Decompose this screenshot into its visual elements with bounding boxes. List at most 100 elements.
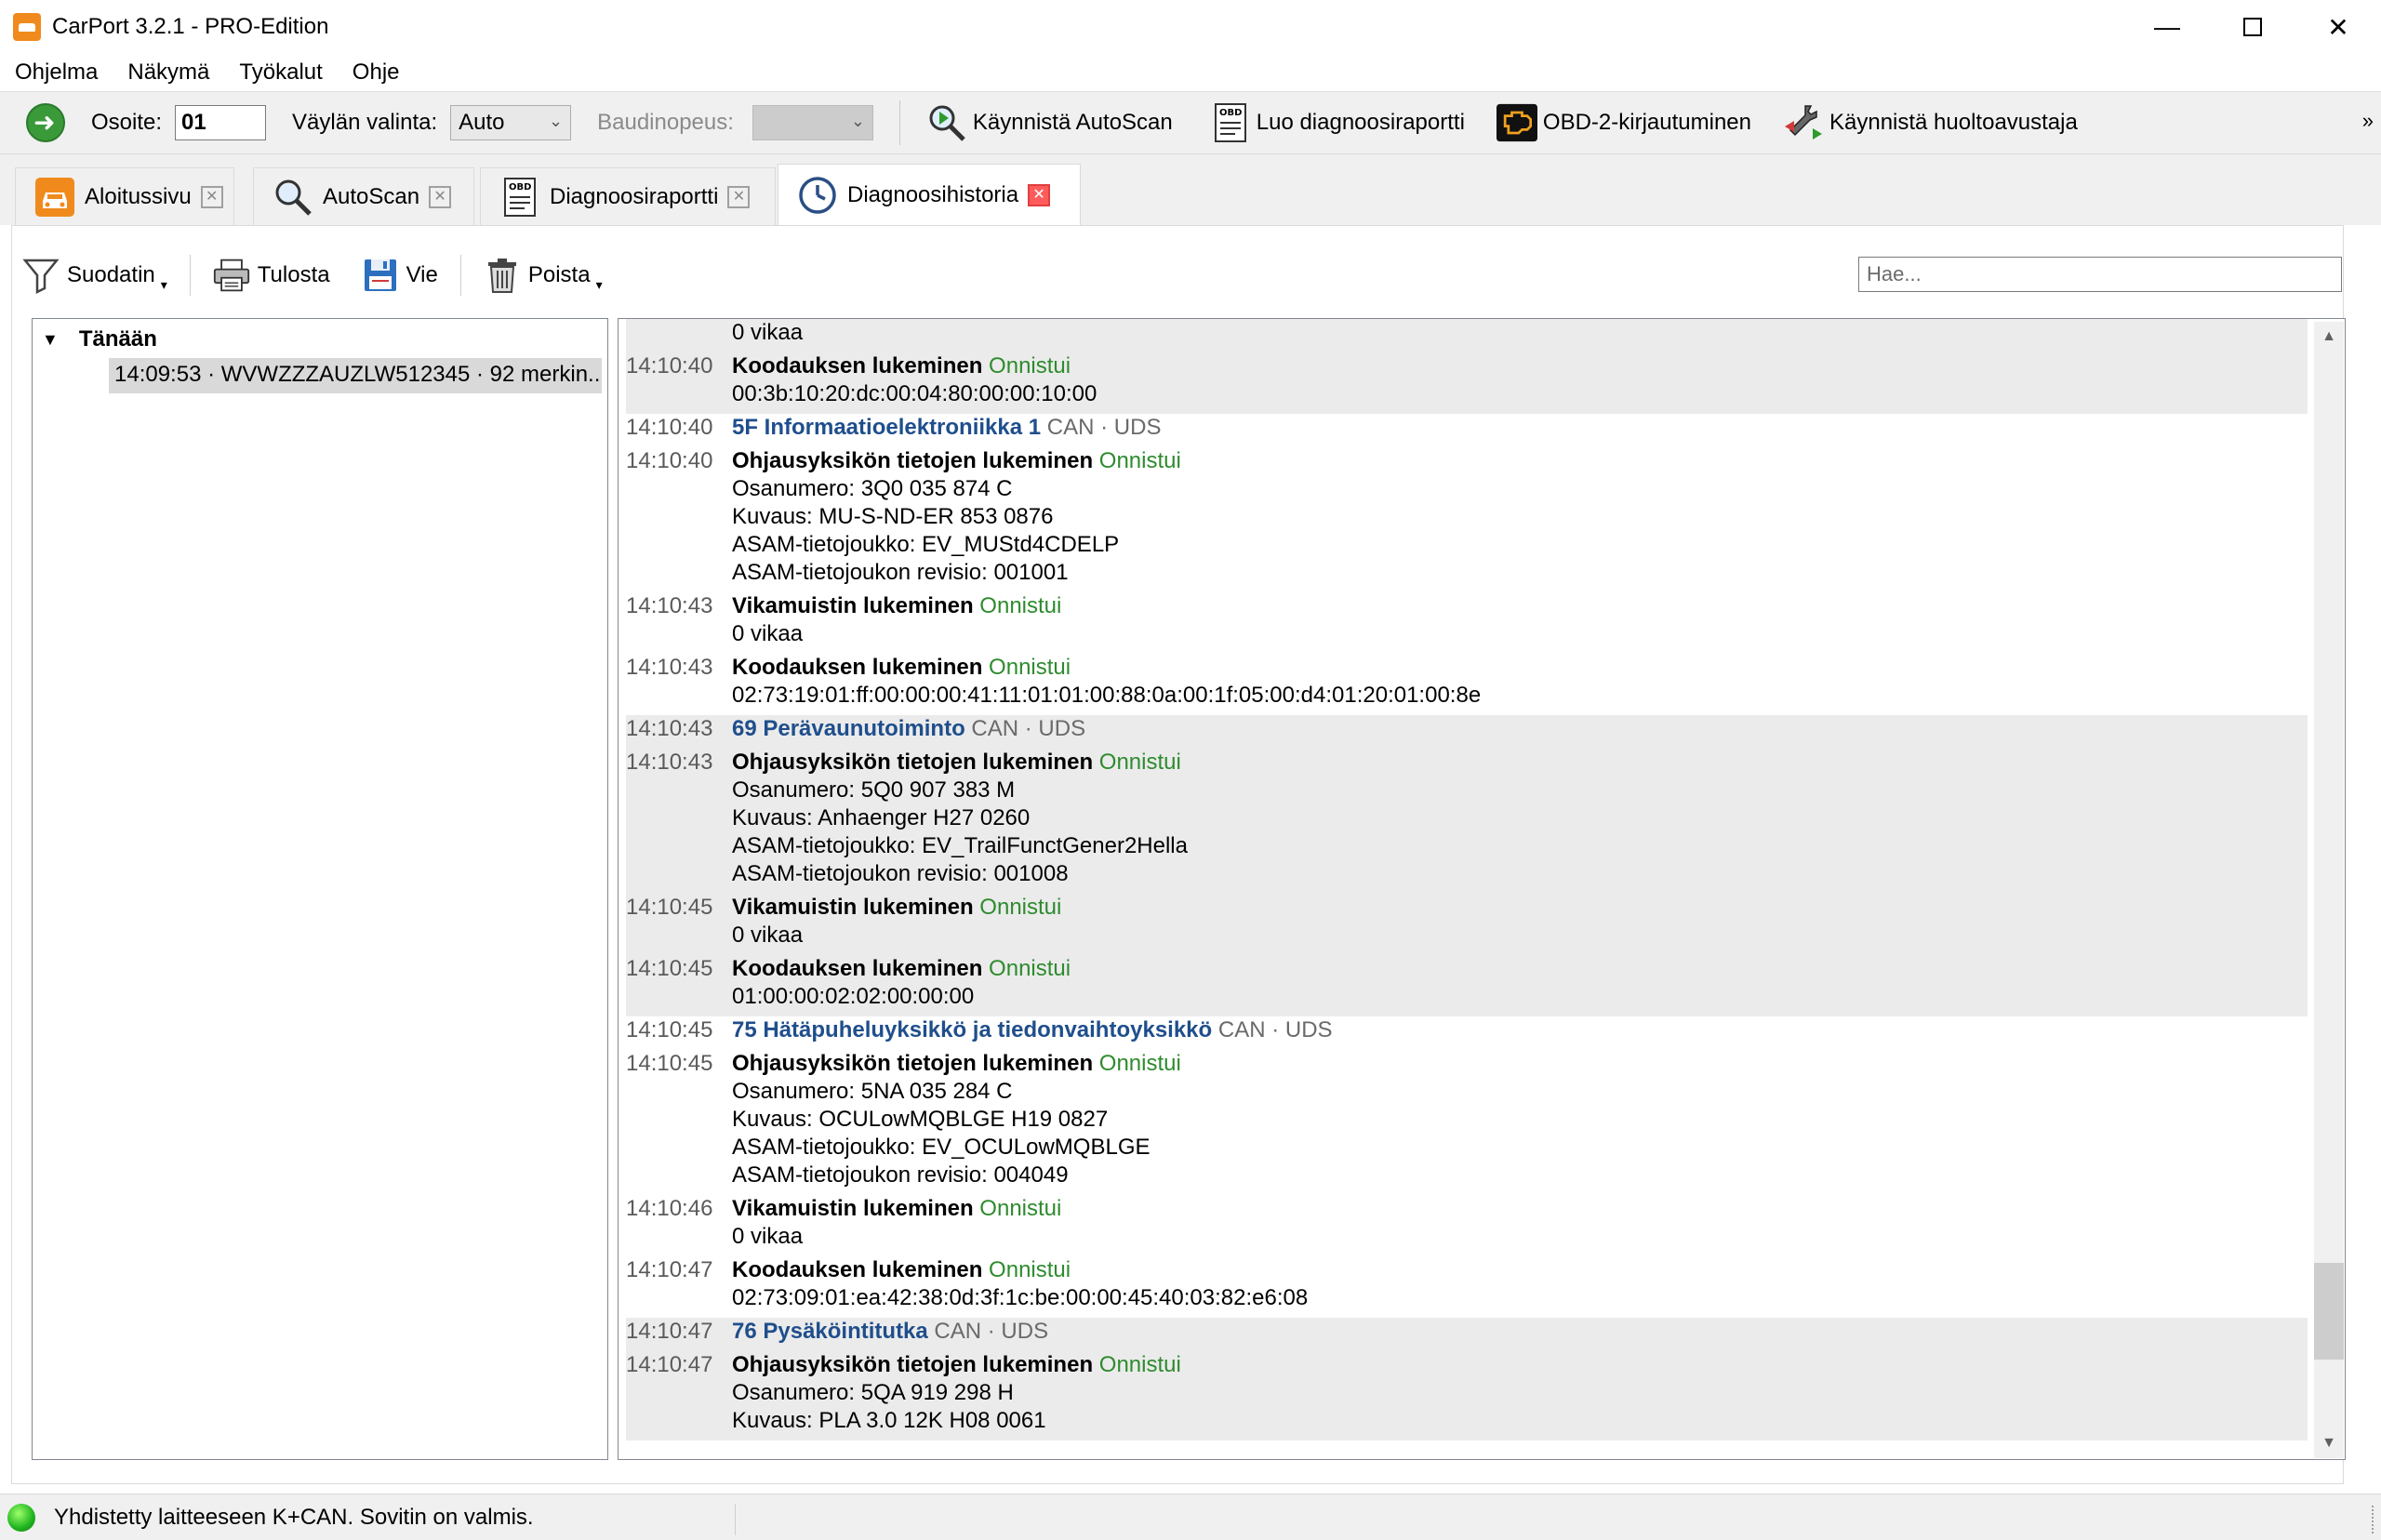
log-timestamp: 14:10:40 xyxy=(626,415,713,440)
log-timestamp: 14:10:47 xyxy=(626,1257,713,1282)
service-assistant-button[interactable]: Käynnistä huoltoavustaja xyxy=(1783,102,2078,143)
status-success: Onnistui xyxy=(1093,1352,1181,1377)
diagnosis-log: 0 vikaa 14:10:40 Koodauksen lukeminen Onni… xyxy=(618,318,2346,1460)
log-text: Ohjausyksikön tietojen lukeminen xyxy=(732,1352,1094,1377)
start-autoscan-label: Käynnistä AutoScan xyxy=(972,110,1173,135)
baud-rate-select[interactable]: ⌄ xyxy=(752,105,873,140)
log-row: Osanumero: 3Q0 035 874 C xyxy=(626,475,2308,503)
maximize-icon xyxy=(2243,18,2262,36)
log-timestamp: 14:10:45 xyxy=(626,895,713,920)
tab-diagnoosiraportti[interactable]: OBD Diagnoosiraportti ✕ xyxy=(480,167,776,225)
log-timestamp xyxy=(626,1223,732,1251)
scroll-thumb[interactable] xyxy=(2314,1263,2344,1361)
filter-button[interactable]: Suodatin ▾ xyxy=(22,257,167,294)
start-autoscan-button[interactable]: Käynnistä AutoScan xyxy=(926,102,1173,143)
minimize-button[interactable]: — xyxy=(2124,0,2210,54)
print-button[interactable]: Tulosta xyxy=(213,257,330,294)
toolbar-overflow-button[interactable]: » xyxy=(2362,109,2374,133)
log-timestamp: 14:10:43 xyxy=(626,593,713,618)
dropdown-arrow-icon: ▾ xyxy=(160,276,167,292)
log-timestamp: 14:10:43 xyxy=(626,716,713,741)
address-input[interactable] xyxy=(175,105,267,140)
log-text: Kuvaus: OCULowMQBLGE H19 0827 xyxy=(732,1107,1109,1132)
log-row: 14:10:40 5F Informaatioelektroniikka 1 CA… xyxy=(626,414,2308,442)
log-message: ASAM-tietojoukon revisio: 001001 xyxy=(732,559,2308,587)
menu-ohjelma[interactable]: Ohjelma xyxy=(0,60,113,86)
status-success: Onnistui xyxy=(1093,1051,1181,1076)
close-tab-icon[interactable]: ✕ xyxy=(429,185,452,208)
tab-label: AutoScan xyxy=(323,183,420,209)
log-row: 01:00:00:02:02:00:00:00 xyxy=(626,983,2308,1011)
history-tree: ▼ Tänään 14:09:53 · WVWZZZAUZLW512345 · … xyxy=(32,318,608,1460)
toolbar-divider xyxy=(189,255,191,296)
delete-button[interactable]: Poista ▾ xyxy=(484,257,603,294)
log-timestamp xyxy=(626,832,732,860)
obd-report-icon: OBD xyxy=(499,177,540,218)
close-button[interactable]: ✕ xyxy=(2295,0,2381,54)
menu-tyokalut[interactable]: Työkalut xyxy=(224,60,337,86)
log-row: Osanumero: 5NA 035 284 C xyxy=(626,1078,2308,1106)
log-block: 14:10:45 75 Hätäpuheluyksikkö ja tiedonva… xyxy=(626,1016,2308,1318)
obd-report-icon: OBD xyxy=(1210,102,1251,143)
log-scrollbar[interactable]: ▲ ▼ xyxy=(2314,322,2344,1458)
log-message: 0 vikaa xyxy=(732,922,2308,949)
address-label: Osoite: xyxy=(91,110,163,135)
log-row: Kuvaus: MU-S-ND-ER 853 0876 xyxy=(626,503,2308,531)
menu-nakyma[interactable]: Näkymä xyxy=(113,60,224,86)
log-message: 69 Perävaunutoiminto CAN · UDS xyxy=(732,715,2308,743)
connect-arrow-button[interactable] xyxy=(26,103,65,142)
engine-warning-icon xyxy=(1496,102,1537,143)
log-block: 14:10:40 5F Informaatioelektroniikka 1 CA… xyxy=(626,414,2308,715)
log-row: 14:10:43 Ohjausyksikön tietojen lukeminen… xyxy=(626,749,2308,777)
toolbar-divider xyxy=(459,255,461,296)
log-text: Koodauksen lukeminen xyxy=(732,956,983,981)
tab-diagnoosihistoria[interactable]: Diagnoosihistoria ✕ xyxy=(778,164,1081,225)
log-row: Osanumero: 5QA 919 298 H xyxy=(626,1379,2308,1407)
create-report-button[interactable]: OBD Luo diagnoosiraportti xyxy=(1210,102,1465,143)
log-message: 00:3b:10:20:dc:00:04:80:00:00:10:00 xyxy=(732,380,2308,408)
log-row: ASAM-tietojoukko: EV_MUStd4CDELP xyxy=(626,531,2308,559)
log-timestamp xyxy=(626,620,732,648)
tree-group-today[interactable]: ▼ Tänään xyxy=(42,326,157,352)
funnel-icon xyxy=(22,257,60,294)
svg-text:OBD: OBD xyxy=(509,182,531,192)
menu-ohje[interactable]: Ohje xyxy=(338,60,415,86)
log-message: Ohjausyksikön tietojen lukeminen Onnistu… xyxy=(732,1351,2308,1379)
log-timestamp xyxy=(626,860,732,888)
log-message: Ohjausyksikön tietojen lukeminen Onnistu… xyxy=(732,749,2308,777)
chevron-down-icon[interactable]: ▼ xyxy=(42,330,59,350)
close-tab-icon[interactable]: ✕ xyxy=(200,185,223,208)
export-label: Vie xyxy=(406,262,438,287)
maximize-button[interactable] xyxy=(2210,0,2295,54)
filter-label: Suodatin xyxy=(67,262,155,287)
log-row: 02:73:09:01:ea:42:38:0d:3f:1c:be:00:00:4… xyxy=(626,1284,2308,1312)
bus-select-label: Väylän valinta: xyxy=(292,110,438,135)
log-timestamp xyxy=(626,1379,732,1407)
resize-grip-icon[interactable] xyxy=(2372,1506,2374,1533)
log-row: 14:10:40 Koodauksen lukeminen Onnistui xyxy=(626,352,2308,380)
scroll-down-icon[interactable]: ▼ xyxy=(2314,1428,2344,1458)
bus-select[interactable]: Auto ⌄ xyxy=(450,105,572,140)
tree-group-label: Tänään xyxy=(78,326,157,352)
tab-autoscan[interactable]: AutoScan ✕ xyxy=(253,167,474,225)
log-row: 14:10:40 Ohjausyksikön tietojen lukeminen… xyxy=(626,447,2308,475)
log-text: 01:00:00:02:02:00:00:00 xyxy=(732,984,975,1009)
export-button[interactable]: Vie xyxy=(362,257,438,294)
status-success: Onnistui xyxy=(973,895,1062,920)
tab-aloitussivu[interactable]: Aloitussivu ✕ xyxy=(15,167,234,225)
log-timestamp: 14:10:45 xyxy=(626,1017,713,1042)
search-input[interactable] xyxy=(1858,257,2342,292)
log-message: Kuvaus: PLA 3.0 12K H08 0061 xyxy=(732,1407,2308,1435)
minimize-icon: — xyxy=(2154,12,2180,41)
log-message: Ohjausyksikön tietojen lukeminen Onnistu… xyxy=(732,447,2308,475)
close-tab-icon[interactable]: ✕ xyxy=(1028,183,1051,206)
close-tab-icon[interactable]: ✕ xyxy=(727,185,751,208)
toolbar-divider xyxy=(898,100,900,145)
obd2-login-button[interactable]: OBD-2-kirjautuminen xyxy=(1496,102,1751,143)
magnifier-icon xyxy=(273,177,313,218)
tree-item-session[interactable]: 14:09:53 · WVWZZZAUZLW512345 · 92 merkin… xyxy=(109,358,602,393)
log-timestamp: 14:10:40 xyxy=(626,448,713,473)
log-text: ASAM-tietojoukon revisio: 004049 xyxy=(732,1162,1069,1188)
log-row: 14:10:46 Vikamuistin lukeminen Onnistui xyxy=(626,1195,2308,1223)
scroll-up-icon[interactable]: ▲ xyxy=(2314,322,2344,352)
